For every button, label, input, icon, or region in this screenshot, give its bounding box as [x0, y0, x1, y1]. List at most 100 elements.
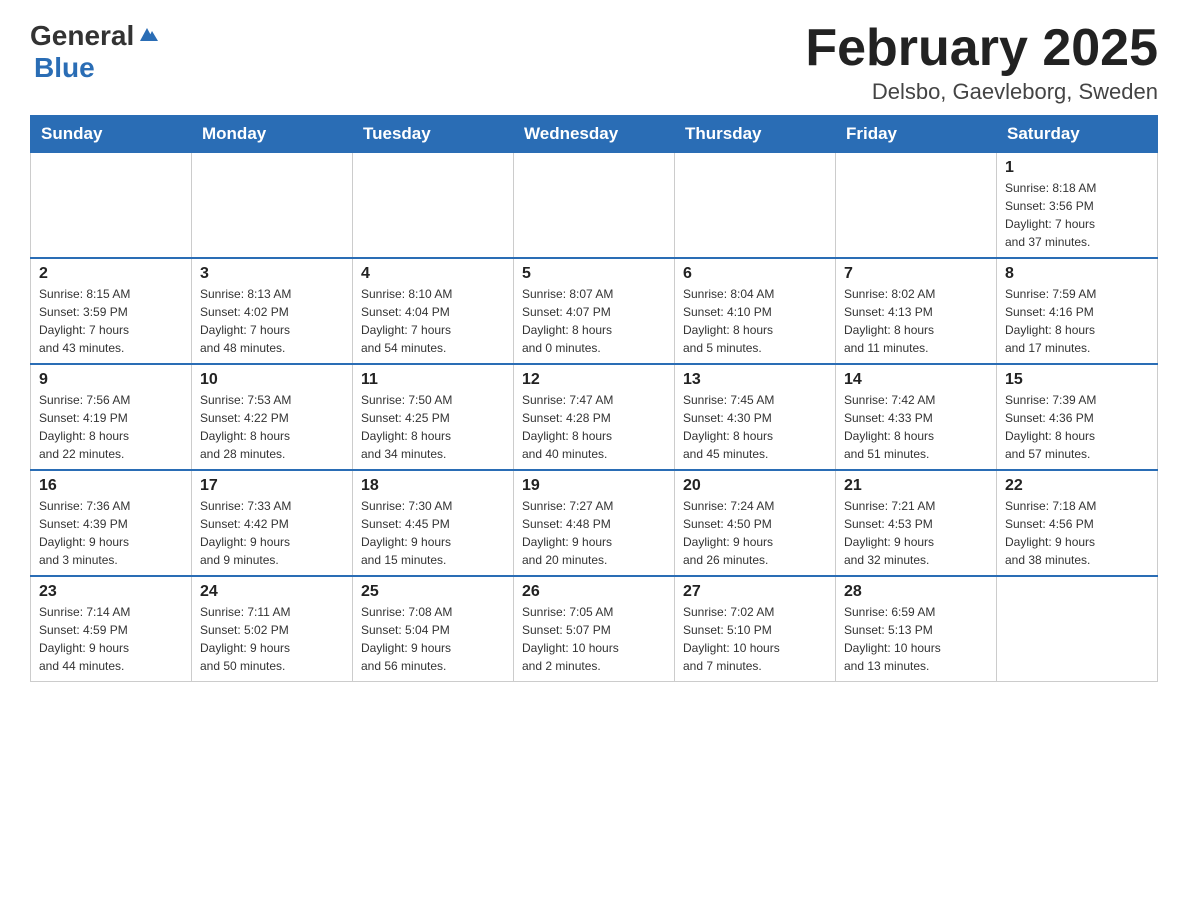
day-number: 22 [1005, 477, 1149, 495]
day-number: 27 [683, 583, 827, 601]
calendar-week-row: 2Sunrise: 8:15 AMSunset: 3:59 PMDaylight… [31, 258, 1158, 364]
day-info: Sunrise: 7:24 AMSunset: 4:50 PMDaylight:… [683, 497, 827, 569]
calendar-day-cell: 13 Sunrise: 7:45 AMSunset: 4:30 PMDayligh… [675, 364, 836, 470]
day-info: Sunrise: 7:33 AMSunset: 4:42 PMDaylight:… [200, 497, 344, 569]
title-block: February 2025 Delsbo, Gaevleborg, Sweden [805, 20, 1158, 105]
day-number: 25 [361, 583, 505, 601]
day-info: Sunrise: 8:02 AMSunset: 4:13 PMDaylight:… [844, 285, 988, 357]
calendar-day-cell: 15Sunrise: 7:39 AMSunset: 4:36 PMDayligh… [997, 364, 1158, 470]
calendar-day-cell [192, 153, 353, 259]
day-info: Sunrise: 7:14 AMSunset: 4:59 PMDaylight:… [39, 603, 183, 675]
calendar-day-cell: 7 Sunrise: 8:02 AMSunset: 4:13 PMDaylight… [836, 258, 997, 364]
day-number: 12 [522, 371, 666, 389]
day-info: Sunrise: 8:10 AMSunset: 4:04 PMDaylight:… [361, 285, 505, 357]
day-number: 6 [683, 265, 827, 283]
day-number: 7 [844, 265, 988, 283]
day-info: Sunrise: 7:11 AMSunset: 5:02 PMDaylight:… [200, 603, 344, 675]
calendar-day-cell: 22 Sunrise: 7:18 AMSunset: 4:56 PMDayligh… [997, 470, 1158, 576]
calendar-day-cell: 9 Sunrise: 7:56 AMSunset: 4:19 PMDaylight… [31, 364, 192, 470]
calendar-day-cell: 23Sunrise: 7:14 AMSunset: 4:59 PMDayligh… [31, 576, 192, 682]
day-number: 9 [39, 371, 183, 389]
day-info: Sunrise: 8:15 AMSunset: 3:59 PMDaylight:… [39, 285, 183, 357]
day-info: Sunrise: 7:36 AMSunset: 4:39 PMDaylight:… [39, 497, 183, 569]
calendar-day-cell: 21Sunrise: 7:21 AMSunset: 4:53 PMDayligh… [836, 470, 997, 576]
day-number: 1 [1005, 159, 1149, 177]
calendar-day-cell [514, 153, 675, 259]
day-info: Sunrise: 7:30 AMSunset: 4:45 PMDaylight:… [361, 497, 505, 569]
weekday-header-wednesday: Wednesday [514, 116, 675, 153]
calendar-day-cell: 18 Sunrise: 7:30 AMSunset: 4:45 PMDayligh… [353, 470, 514, 576]
weekday-header-friday: Friday [836, 116, 997, 153]
calendar-day-cell: 25 Sunrise: 7:08 AMSunset: 5:04 PMDayligh… [353, 576, 514, 682]
calendar-day-cell: 6 Sunrise: 8:04 AMSunset: 4:10 PMDaylight… [675, 258, 836, 364]
day-number: 14 [844, 371, 988, 389]
day-info: Sunrise: 8:13 AMSunset: 4:02 PMDaylight:… [200, 285, 344, 357]
day-number: 11 [361, 371, 505, 389]
day-number: 19 [522, 477, 666, 495]
day-number: 26 [522, 583, 666, 601]
calendar-week-row: 16Sunrise: 7:36 AMSunset: 4:39 PMDayligh… [31, 470, 1158, 576]
day-number: 4 [361, 265, 505, 283]
calendar-header-row: SundayMondayTuesdayWednesdayThursdayFrid… [31, 116, 1158, 153]
day-number: 24 [200, 583, 344, 601]
logo-triangle-icon [136, 23, 158, 50]
weekday-header-tuesday: Tuesday [353, 116, 514, 153]
calendar-day-cell [675, 153, 836, 259]
logo-general-text: General [30, 20, 158, 52]
day-info: Sunrise: 8:07 AMSunset: 4:07 PMDaylight:… [522, 285, 666, 357]
day-number: 13 [683, 371, 827, 389]
day-number: 18 [361, 477, 505, 495]
calendar-day-cell: 4 Sunrise: 8:10 AMSunset: 4:04 PMDaylight… [353, 258, 514, 364]
day-info: Sunrise: 7:05 AMSunset: 5:07 PMDaylight:… [522, 603, 666, 675]
day-info: Sunrise: 7:56 AMSunset: 4:19 PMDaylight:… [39, 391, 183, 463]
calendar-day-cell: 19 Sunrise: 7:27 AMSunset: 4:48 PMDayligh… [514, 470, 675, 576]
calendar-day-cell: 1 Sunrise: 8:18 AMSunset: 3:56 PMDaylight… [997, 153, 1158, 259]
day-info: Sunrise: 7:02 AMSunset: 5:10 PMDaylight:… [683, 603, 827, 675]
calendar-day-cell: 24 Sunrise: 7:11 AMSunset: 5:02 PMDayligh… [192, 576, 353, 682]
logo-blue-text: Blue [30, 52, 95, 84]
day-number: 20 [683, 477, 827, 495]
day-info: Sunrise: 6:59 AMSunset: 5:13 PMDaylight:… [844, 603, 988, 675]
day-info: Sunrise: 7:08 AMSunset: 5:04 PMDaylight:… [361, 603, 505, 675]
day-info: Sunrise: 7:59 AMSunset: 4:16 PMDaylight:… [1005, 285, 1149, 357]
calendar-day-cell: 16Sunrise: 7:36 AMSunset: 4:39 PMDayligh… [31, 470, 192, 576]
weekday-header-thursday: Thursday [675, 116, 836, 153]
calendar-day-cell: 8 Sunrise: 7:59 AMSunset: 4:16 PMDaylight… [997, 258, 1158, 364]
day-info: Sunrise: 7:50 AMSunset: 4:25 PMDaylight:… [361, 391, 505, 463]
weekday-header-sunday: Sunday [31, 116, 192, 153]
calendar-day-cell: 26 Sunrise: 7:05 AMSunset: 5:07 PMDayligh… [514, 576, 675, 682]
calendar-day-cell [997, 576, 1158, 682]
calendar-day-cell: 10 Sunrise: 7:53 AMSunset: 4:22 PMDayligh… [192, 364, 353, 470]
day-info: Sunrise: 7:21 AMSunset: 4:53 PMDaylight:… [844, 497, 988, 569]
calendar-subtitle: Delsbo, Gaevleborg, Sweden [805, 79, 1158, 105]
day-info: Sunrise: 7:42 AMSunset: 4:33 PMDaylight:… [844, 391, 988, 463]
day-info: Sunrise: 7:27 AMSunset: 4:48 PMDaylight:… [522, 497, 666, 569]
calendar-week-row: 1 Sunrise: 8:18 AMSunset: 3:56 PMDaylight… [31, 153, 1158, 259]
day-number: 5 [522, 265, 666, 283]
calendar-table: SundayMondayTuesdayWednesdayThursdayFrid… [30, 115, 1158, 682]
weekday-header-saturday: Saturday [997, 116, 1158, 153]
weekday-header-monday: Monday [192, 116, 353, 153]
calendar-day-cell: 5 Sunrise: 8:07 AMSunset: 4:07 PMDaylight… [514, 258, 675, 364]
day-number: 8 [1005, 265, 1149, 283]
day-number: 15 [1005, 371, 1149, 389]
day-info: Sunrise: 7:47 AMSunset: 4:28 PMDaylight:… [522, 391, 666, 463]
day-info: Sunrise: 7:18 AMSunset: 4:56 PMDaylight:… [1005, 497, 1149, 569]
logo: General Blue [30, 20, 158, 84]
calendar-day-cell [353, 153, 514, 259]
page-header: General Blue February 2025 Delsbo, Gaevl… [30, 20, 1158, 105]
calendar-day-cell: 20 Sunrise: 7:24 AMSunset: 4:50 PMDayligh… [675, 470, 836, 576]
calendar-day-cell [836, 153, 997, 259]
calendar-day-cell: 11 Sunrise: 7:50 AMSunset: 4:25 PMDayligh… [353, 364, 514, 470]
calendar-day-cell: 3 Sunrise: 8:13 AMSunset: 4:02 PMDaylight… [192, 258, 353, 364]
day-number: 3 [200, 265, 344, 283]
day-info: Sunrise: 7:53 AMSunset: 4:22 PMDaylight:… [200, 391, 344, 463]
day-info: Sunrise: 8:04 AMSunset: 4:10 PMDaylight:… [683, 285, 827, 357]
day-number: 10 [200, 371, 344, 389]
day-info: Sunrise: 7:45 AMSunset: 4:30 PMDaylight:… [683, 391, 827, 463]
calendar-title: February 2025 [805, 20, 1158, 77]
calendar-day-cell: 14 Sunrise: 7:42 AMSunset: 4:33 PMDayligh… [836, 364, 997, 470]
calendar-day-cell [31, 153, 192, 259]
day-info: Sunrise: 8:18 AMSunset: 3:56 PMDaylight:… [1005, 179, 1149, 251]
calendar-week-row: 9 Sunrise: 7:56 AMSunset: 4:19 PMDaylight… [31, 364, 1158, 470]
